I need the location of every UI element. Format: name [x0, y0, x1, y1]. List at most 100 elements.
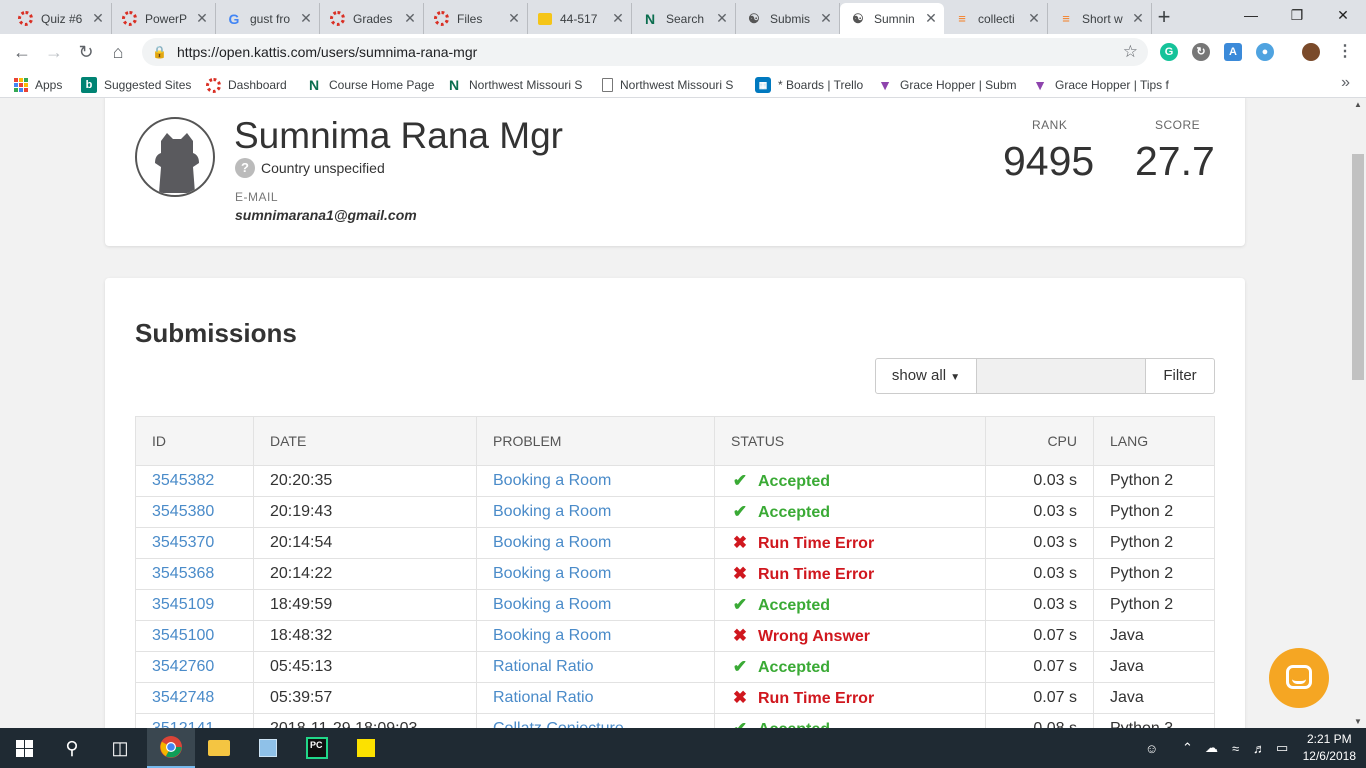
problem-link[interactable]: Rational Ratio — [493, 658, 594, 675]
bookmark-2[interactable]: Dashboard — [206, 76, 296, 94]
file-explorer-icon[interactable] — [195, 728, 243, 768]
translate-extension-icon[interactable]: A — [1224, 43, 1242, 61]
submission-id-link[interactable]: 3545370 — [152, 534, 214, 551]
filter-button[interactable]: Filter — [1146, 358, 1215, 394]
table-row: 3542760 05:45:13 Rational Ratio ✔ Accepted 0.… — [135, 651, 1215, 683]
tab-10[interactable]: ≡ Short w ✕ — [1048, 3, 1152, 34]
submission-id-link[interactable]: 3512141 — [152, 720, 214, 728]
problem-link[interactable]: Booking a Room — [493, 503, 611, 520]
bookmark-5[interactable]: Northwest Missouri S — [602, 76, 740, 94]
close-tab-icon[interactable]: ✕ — [611, 10, 625, 27]
menu-icon[interactable]: ⋮ — [1336, 43, 1354, 61]
sticky-notes-icon[interactable] — [342, 728, 390, 768]
google-icon: G — [228, 10, 240, 27]
battery-icon[interactable]: ▭ — [1276, 728, 1288, 768]
close-tab-icon[interactable]: ✕ — [299, 10, 313, 27]
address-bar[interactable]: 🔒 https://open.kattis.com/users/sumnima-… — [142, 38, 1148, 66]
chat-launcher-button[interactable] — [1269, 648, 1329, 708]
submission-id-link[interactable]: 3542760 — [152, 658, 214, 675]
problem-link[interactable]: Booking a Room — [493, 596, 611, 613]
back-icon[interactable]: ← — [10, 40, 34, 64]
tab-4[interactable]: Files ✕ — [424, 3, 528, 34]
submission-id-link[interactable]: 3545382 — [152, 472, 214, 489]
sync-extension-icon[interactable]: ↻ — [1192, 43, 1210, 61]
bookmark-star-icon[interactable]: ☆ — [1123, 42, 1138, 62]
close-tab-icon[interactable]: ✕ — [924, 10, 938, 27]
tab-1[interactable]: PowerP ✕ — [112, 3, 216, 34]
wifi-icon[interactable]: ≈ — [1232, 728, 1239, 768]
scroll-up-icon[interactable]: ▲ — [1350, 100, 1366, 109]
bookmark-8[interactable]: ▼ Grace Hopper | Tips f — [1032, 76, 1172, 94]
bookmark-6[interactable]: ▦ * Boards | Trello — [755, 76, 865, 94]
stackoverflow-icon: ≡ — [958, 11, 966, 26]
problem-link[interactable]: Booking a Room — [493, 534, 611, 551]
cube-app-icon[interactable] — [244, 728, 292, 768]
windows-start-icon[interactable] — [0, 728, 48, 768]
tab-6[interactable]: N Search ✕ — [632, 3, 736, 34]
status-text: Accepted — [758, 721, 830, 728]
problem-link[interactable]: Collatz Conjecture — [493, 720, 624, 728]
cell-lang: Java — [1093, 620, 1215, 652]
chrome-icon[interactable] — [147, 728, 195, 768]
scrollbar-thumb[interactable] — [1352, 154, 1364, 380]
tab-7[interactable]: ☯ Submis ✕ — [736, 3, 840, 34]
task-view-icon[interactable]: ◫ — [96, 728, 144, 768]
bookmark-label: Suggested Sites — [104, 78, 192, 92]
tab-0[interactable]: Quiz #6 ✕ — [8, 3, 112, 34]
tab-5[interactable]: 44-517 ✕ — [528, 3, 632, 34]
new-tab-button[interactable]: + — [1150, 6, 1178, 30]
bookmark-1[interactable]: b Suggested Sites — [81, 76, 196, 94]
tab-8[interactable]: ☯ Sumnin ✕ — [840, 3, 944, 34]
close-tab-icon[interactable]: ✕ — [403, 10, 417, 27]
profile-avatar[interactable] — [1302, 43, 1320, 61]
cell-date: 20:14:22 — [253, 558, 477, 590]
people-icon[interactable]: ☺ — [1145, 728, 1158, 768]
home-icon[interactable]: ⌂ — [106, 40, 130, 64]
problem-link[interactable]: Booking a Room — [493, 472, 611, 489]
filter-input[interactable] — [977, 358, 1146, 394]
search-icon[interactable]: ⚲ — [48, 728, 96, 768]
submission-id-link[interactable]: 3545380 — [152, 503, 214, 520]
page-scrollbar[interactable]: ▲ ▼ — [1350, 98, 1366, 728]
forward-icon[interactable]: → — [42, 40, 66, 64]
system-clock[interactable]: 2:21 PM 12/6/2018 — [1303, 731, 1356, 765]
submission-id-link[interactable]: 3542748 — [152, 689, 214, 706]
submission-id-link[interactable]: 3545109 — [152, 596, 214, 613]
problem-link[interactable]: Booking a Room — [493, 627, 611, 644]
cell-problem: Booking a Room — [476, 465, 715, 497]
close-tab-icon[interactable]: ✕ — [1131, 10, 1145, 27]
bookmark-0[interactable]: Apps — [14, 76, 74, 94]
bookmark-7[interactable]: ▼ Grace Hopper | Subm — [877, 76, 1017, 94]
tab-3[interactable]: Grades ✕ — [320, 3, 424, 34]
problem-link[interactable]: Booking a Room — [493, 565, 611, 582]
close-tab-icon[interactable]: ✕ — [715, 10, 729, 27]
cell-date: 05:45:13 — [253, 651, 477, 683]
bookmark-4[interactable]: N Northwest Missouri S — [446, 76, 586, 94]
check-icon: ✔ — [732, 471, 748, 490]
submission-id-link[interactable]: 3545100 — [152, 627, 214, 644]
show-all-dropdown[interactable]: show all ▼ — [875, 358, 977, 394]
extension-icon[interactable]: ● — [1256, 43, 1274, 61]
close-tab-icon[interactable]: ✕ — [91, 10, 105, 27]
volume-icon[interactable]: ♬ — [1253, 728, 1266, 768]
close-window-button[interactable]: ✕ — [1320, 0, 1366, 30]
bookmark-3[interactable]: N Course Home Page — [306, 76, 436, 94]
reload-icon[interactable]: ↻ — [74, 40, 98, 64]
close-tab-icon[interactable]: ✕ — [507, 10, 521, 27]
submission-id-link[interactable]: 3545368 — [152, 565, 214, 582]
pycharm-icon[interactable]: PC — [293, 728, 341, 768]
close-tab-icon[interactable]: ✕ — [819, 10, 833, 27]
restore-button[interactable]: ❐ — [1274, 0, 1320, 30]
minimize-button[interactable]: — — [1228, 0, 1274, 30]
close-tab-icon[interactable]: ✕ — [1027, 10, 1041, 27]
chevron-up-icon[interactable]: ⌃ — [1182, 728, 1193, 768]
problem-link[interactable]: Rational Ratio — [493, 689, 594, 706]
cloud-icon[interactable]: ☁ — [1205, 728, 1218, 768]
tab-2[interactable]: Ggust fro ✕ — [216, 3, 320, 34]
scroll-down-icon[interactable]: ▼ — [1350, 717, 1366, 726]
grammarly-icon[interactable]: G — [1160, 43, 1178, 61]
tab-9[interactable]: ≡ collecti ✕ — [944, 3, 1048, 34]
close-tab-icon[interactable]: ✕ — [195, 10, 209, 27]
chevron-right-icon[interactable]: » — [1341, 74, 1350, 92]
cell-date: 2018-11-29 18:09:03 — [253, 713, 477, 728]
